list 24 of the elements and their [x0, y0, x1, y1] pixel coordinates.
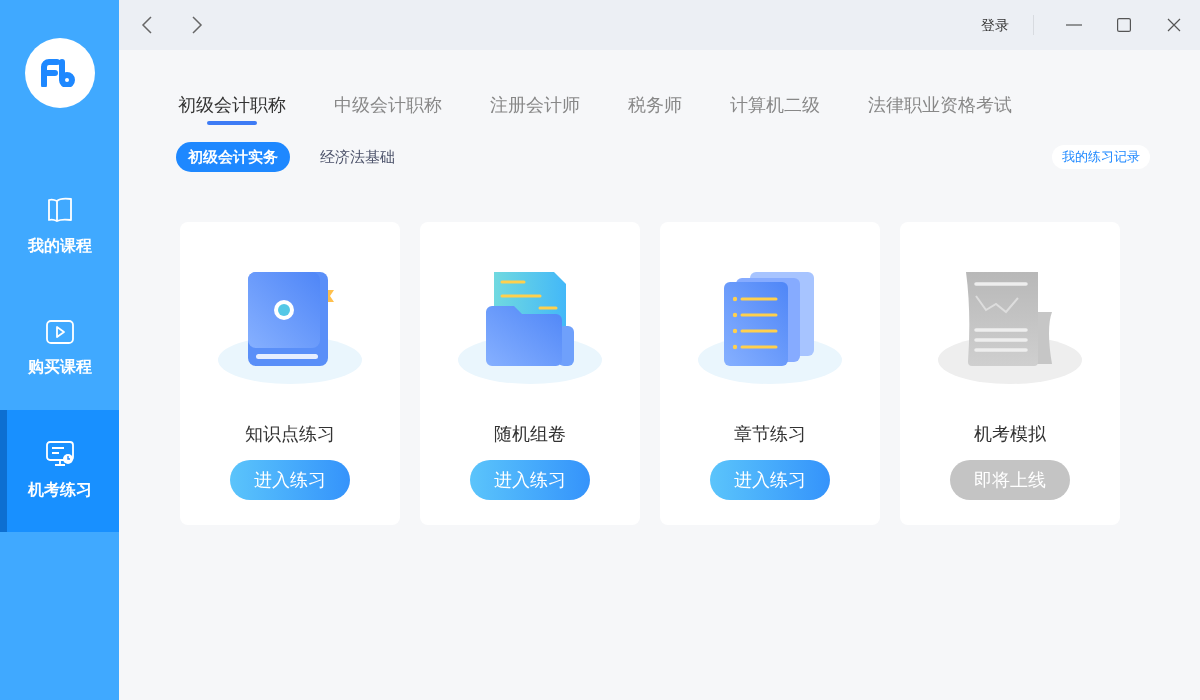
sidebar-item[interactable]: 我的课程 [0, 166, 119, 288]
login-button[interactable]: 登录 [981, 14, 1009, 36]
sidebar-item[interactable]: 机考练习 [0, 410, 119, 532]
sidebar-item[interactable]: 购买课程 [0, 288, 119, 410]
category-tab[interactable]: 中级会计职称 [334, 87, 442, 123]
card-title: 知识点练习 [245, 423, 335, 446]
card-title: 机考模拟 [974, 423, 1046, 446]
category-tab[interactable]: 计算机二级 [730, 87, 820, 123]
card-title: 章节练习 [734, 423, 806, 446]
subject-tab[interactable]: 经济法基础 [308, 142, 407, 172]
category-tab[interactable]: 注册会计师 [490, 87, 580, 123]
monitor-icon [44, 440, 75, 468]
category-tab[interactable]: 法律职业资格考试 [868, 87, 1012, 123]
enter-practice-button[interactable]: 进入练习 [230, 460, 350, 500]
card-title: 随机组卷 [494, 423, 566, 446]
category-tab[interactable]: 初级会计职称 [178, 87, 286, 123]
video-icon [44, 319, 75, 345]
category-tab[interactable]: 税务师 [628, 87, 682, 123]
practice-record-link[interactable]: 我的练习记录 [1052, 145, 1150, 169]
minimize-icon [1066, 24, 1082, 26]
enter-practice-button[interactable]: 进入练习 [470, 460, 590, 500]
enter-practice-button[interactable]: 进入练习 [710, 460, 830, 500]
subject-tab[interactable]: 初级会计实务 [176, 142, 290, 172]
maximize-button[interactable] [1114, 15, 1134, 35]
